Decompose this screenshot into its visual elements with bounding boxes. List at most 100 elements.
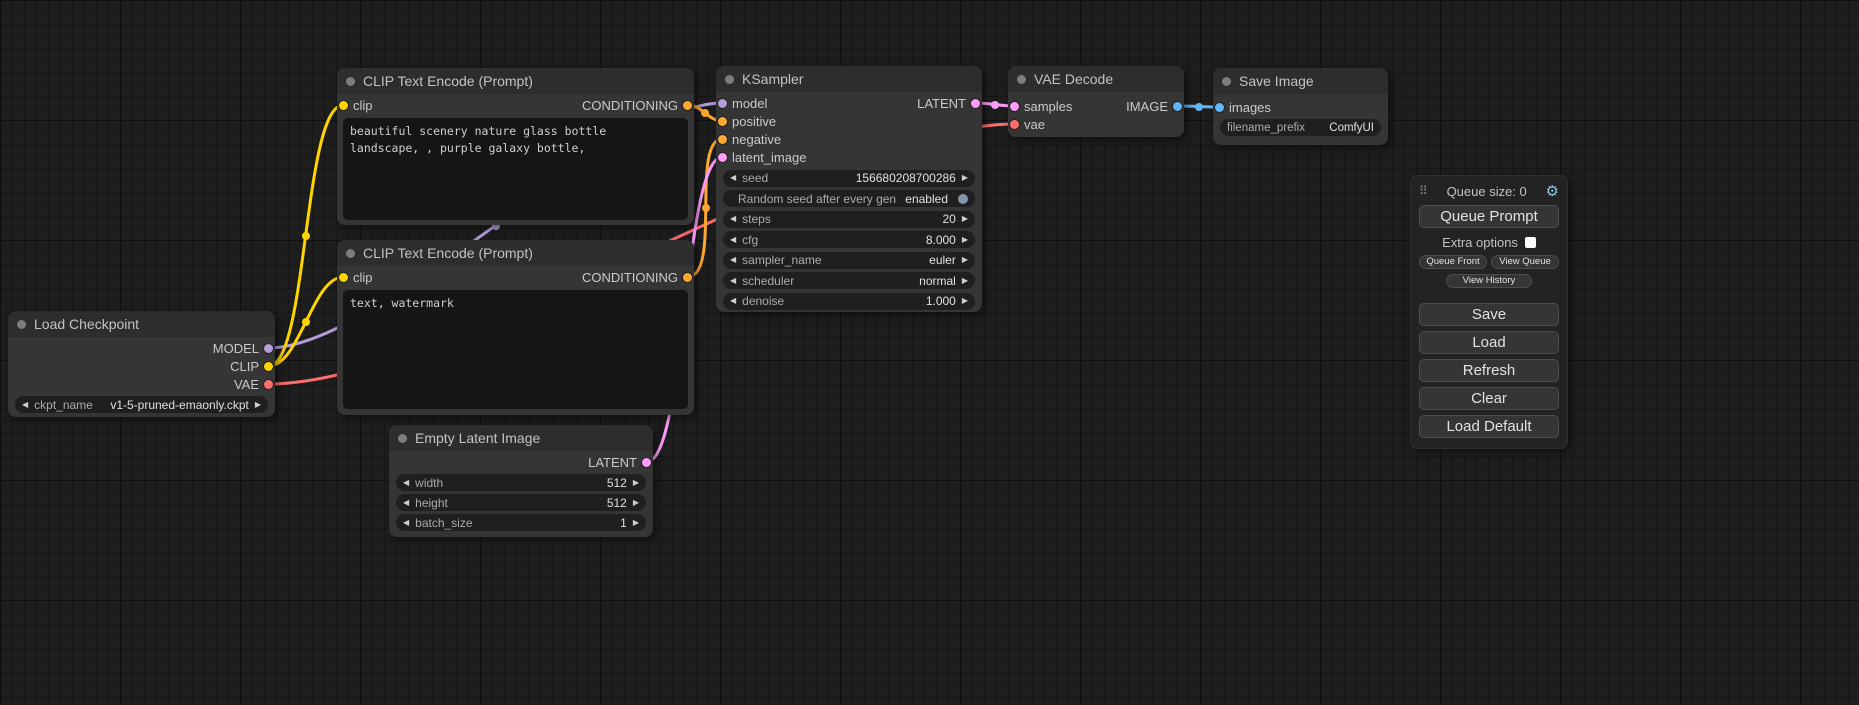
output-slot-model[interactable] [264, 344, 273, 353]
decrement-arrow-icon[interactable]: ◀ [730, 236, 736, 244]
output-slot-conditioning[interactable] [683, 101, 692, 110]
increment-arrow-icon[interactable]: ▶ [962, 174, 968, 182]
node-header[interactable]: CLIP Text Encode (Prompt) [337, 240, 694, 266]
input-slot-model[interactable] [718, 99, 727, 108]
load-button[interactable]: Load [1419, 331, 1559, 354]
node-clip-text-encode-negative[interactable]: CLIP Text Encode (Prompt) clip CONDITION… [337, 240, 694, 415]
output-label-clip: CLIP [230, 359, 259, 374]
output-slot-latent[interactable] [642, 458, 651, 467]
prompt-textarea[interactable]: beautiful scenery nature glass bottle la… [343, 118, 688, 220]
input-label-model: model [732, 96, 767, 111]
increment-arrow-icon[interactable]: ▶ [633, 479, 639, 487]
input-slot-clip[interactable] [339, 273, 348, 282]
output-slot-vae[interactable] [264, 380, 273, 389]
widget-random-seed-toggle[interactable]: Random seed after every gen enabled [723, 190, 975, 207]
collapse-dot[interactable] [346, 249, 355, 258]
decrement-arrow-icon[interactable]: ◀ [403, 519, 409, 527]
extra-options-checkbox[interactable] [1525, 237, 1536, 248]
graph-canvas[interactable]: Load Checkpoint MODEL CLIP VAE ◀ ckpt_na… [0, 0, 1859, 705]
node-load-checkpoint[interactable]: Load Checkpoint MODEL CLIP VAE ◀ ckpt_na… [8, 311, 275, 417]
view-history-button[interactable]: View History [1446, 274, 1533, 288]
widget-height[interactable]: ◀ height 512 ▶ [396, 494, 646, 511]
queue-prompt-button[interactable]: Queue Prompt [1419, 205, 1559, 228]
decrement-arrow-icon[interactable]: ◀ [730, 277, 736, 285]
prompt-textarea[interactable]: text, watermark [343, 290, 688, 409]
widget-sampler-name[interactable]: ◀ sampler_name euler ▶ [723, 252, 975, 269]
widget-cfg[interactable]: ◀ cfg 8.000 ▶ [723, 231, 975, 248]
collapse-dot[interactable] [1017, 75, 1026, 84]
output-slot-clip[interactable] [264, 362, 273, 371]
collapse-dot[interactable] [1222, 77, 1231, 86]
increment-arrow-icon[interactable]: ▶ [962, 277, 968, 285]
output-label-latent: LATENT [917, 96, 966, 111]
widget-value: normal [919, 274, 956, 288]
decrement-arrow-icon[interactable]: ◀ [403, 499, 409, 507]
input-slot-images[interactable] [1215, 103, 1224, 112]
widget-steps[interactable]: ◀ steps 20 ▶ [723, 211, 975, 228]
toggle-knob[interactable] [958, 194, 968, 204]
decrement-arrow-icon[interactable]: ◀ [730, 297, 736, 305]
node-header[interactable]: Empty Latent Image [389, 425, 653, 451]
increment-arrow-icon[interactable]: ▶ [962, 297, 968, 305]
input-slot-vae[interactable] [1010, 120, 1019, 129]
widget-filename-prefix[interactable]: filename_prefix ComfyUI [1220, 119, 1381, 136]
widget-width[interactable]: ◀ width 512 ▶ [396, 474, 646, 491]
save-button[interactable]: Save [1419, 303, 1559, 326]
node-clip-text-encode-positive[interactable]: CLIP Text Encode (Prompt) clip CONDITION… [337, 68, 694, 225]
node-header[interactable]: KSampler [716, 66, 982, 92]
widget-label: width [415, 476, 443, 490]
decrement-arrow-icon[interactable]: ◀ [730, 256, 736, 264]
increment-arrow-icon[interactable]: ▶ [962, 236, 968, 244]
node-save-image[interactable]: Save Image images filename_prefix ComfyU… [1213, 68, 1388, 145]
increment-arrow-icon[interactable]: ▶ [633, 499, 639, 507]
node-header[interactable]: CLIP Text Encode (Prompt) [337, 68, 694, 94]
input-label-positive: positive [732, 114, 776, 129]
output-slot-latent[interactable] [971, 99, 980, 108]
input-slot-samples[interactable] [1010, 102, 1019, 111]
drag-handle-icon[interactable]: ⠿ [1419, 184, 1428, 198]
input-slot-clip[interactable] [339, 101, 348, 110]
collapse-dot[interactable] [725, 75, 734, 84]
widget-value: 512 [607, 476, 627, 490]
decrement-arrow-icon[interactable]: ◀ [22, 401, 28, 409]
gear-icon[interactable]: ⚙ [1546, 182, 1559, 200]
node-header[interactable]: Save Image [1213, 68, 1388, 94]
collapse-dot[interactable] [398, 434, 407, 443]
node-header[interactable]: Load Checkpoint [8, 311, 275, 337]
widget-ckpt-name[interactable]: ◀ ckpt_name v1-5-pruned-emaonly.ckpt ▶ [15, 396, 268, 413]
queue-front-button[interactable]: Queue Front [1419, 255, 1487, 269]
collapse-dot[interactable] [346, 77, 355, 86]
decrement-arrow-icon[interactable]: ◀ [730, 215, 736, 223]
widget-seed[interactable]: ◀ seed 156680208700286 ▶ [723, 170, 975, 187]
widget-value: ComfyUI [1329, 122, 1374, 134]
input-slot-positive[interactable] [718, 117, 727, 126]
widget-batch-size[interactable]: ◀ batch_size 1 ▶ [396, 514, 646, 531]
decrement-arrow-icon[interactable]: ◀ [730, 174, 736, 182]
increment-arrow-icon[interactable]: ▶ [255, 401, 261, 409]
clear-button[interactable]: Clear [1419, 387, 1559, 410]
widget-value: 8.000 [926, 233, 956, 247]
widget-scheduler[interactable]: ◀ scheduler normal ▶ [723, 272, 975, 289]
increment-arrow-icon[interactable]: ▶ [962, 256, 968, 264]
widget-denoise[interactable]: ◀ denoise 1.000 ▶ [723, 293, 975, 310]
node-ksampler[interactable]: KSampler model LATENT positive negative [716, 66, 982, 312]
node-empty-latent-image[interactable]: Empty Latent Image LATENT ◀ width 512 ▶ … [389, 425, 653, 537]
node-vae-decode[interactable]: VAE Decode samples IMAGE vae [1008, 66, 1184, 137]
input-slot-latent-image[interactable] [718, 153, 727, 162]
load-default-button[interactable]: Load Default [1419, 415, 1559, 438]
input-label-samples: samples [1024, 99, 1072, 114]
node-title: CLIP Text Encode (Prompt) [363, 73, 533, 89]
widget-value: 20 [942, 212, 955, 226]
collapse-dot[interactable] [17, 320, 26, 329]
widget-label: ckpt_name [34, 398, 93, 412]
decrement-arrow-icon[interactable]: ◀ [403, 479, 409, 487]
increment-arrow-icon[interactable]: ▶ [633, 519, 639, 527]
output-slot-conditioning[interactable] [683, 273, 692, 282]
input-label-vae: vae [1024, 117, 1045, 132]
view-queue-button[interactable]: View Queue [1491, 255, 1559, 269]
node-header[interactable]: VAE Decode [1008, 66, 1184, 92]
increment-arrow-icon[interactable]: ▶ [962, 215, 968, 223]
input-slot-negative[interactable] [718, 135, 727, 144]
output-slot-image[interactable] [1173, 102, 1182, 111]
refresh-button[interactable]: Refresh [1419, 359, 1559, 382]
